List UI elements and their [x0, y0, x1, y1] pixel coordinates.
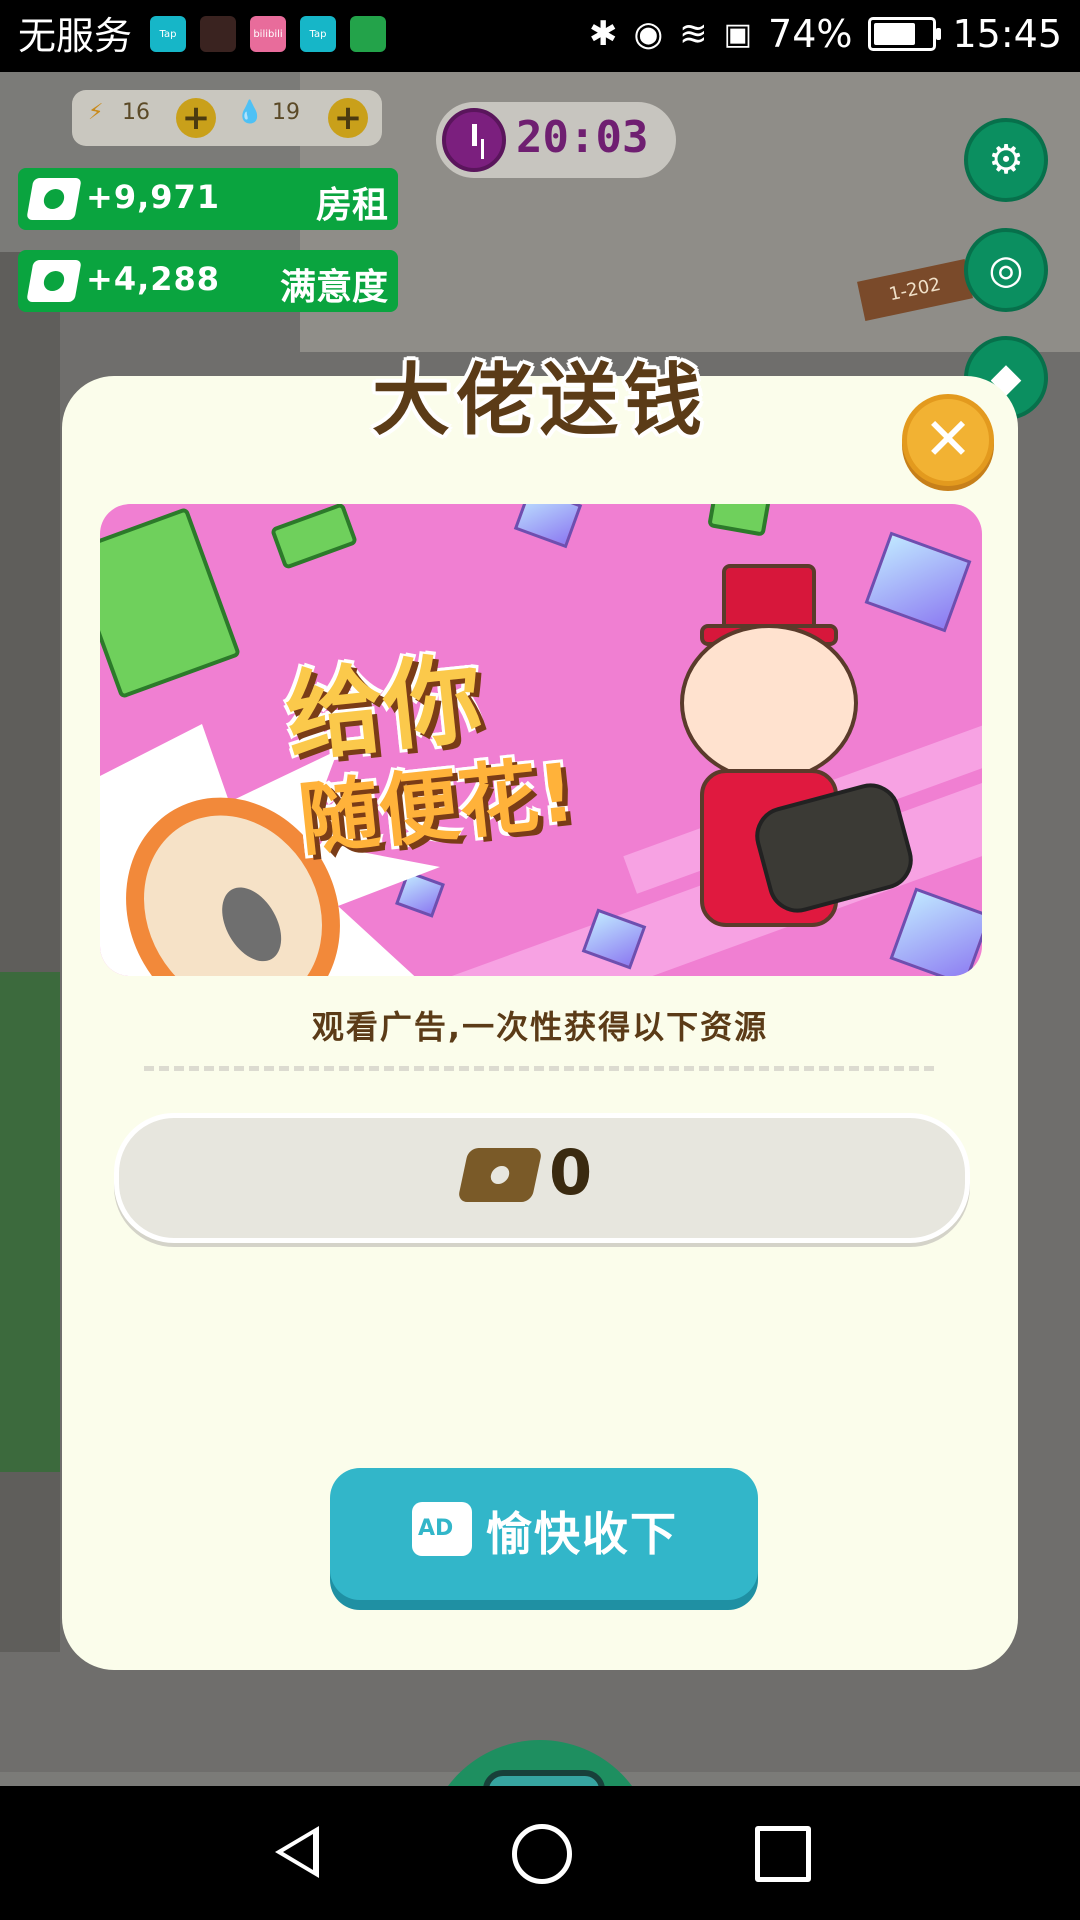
- cash-bill: [707, 504, 771, 537]
- status-indicators: ✱ ◉ ≋ ▣ 74% 15:45: [589, 12, 1062, 56]
- recent-apps-icon[interactable]: [755, 1826, 811, 1882]
- ad-video-icon: AD: [412, 1502, 472, 1556]
- add-water-button[interactable]: +: [328, 98, 368, 138]
- eye-comfort-icon: ◉: [633, 14, 664, 54]
- timer-badge: 20:03: [436, 102, 676, 178]
- rich-man-character: [640, 554, 920, 954]
- diamond-icon: [889, 887, 982, 976]
- water-icon: 💧: [236, 100, 264, 125]
- clock-icon: [442, 108, 506, 172]
- promo-banner: 给你 随便花!: [100, 504, 982, 976]
- close-button[interactable]: ✕: [902, 394, 994, 486]
- rent-value: +9,971: [86, 178, 221, 216]
- app-photo-icon: [200, 16, 236, 52]
- home-icon[interactable]: [512, 1824, 572, 1884]
- battery-percent: 74%: [768, 12, 853, 56]
- notification-icons: Tap bilibili Tap: [150, 16, 386, 52]
- timer-text: 20:03: [516, 112, 649, 163]
- energy-icon: ⚡: [88, 100, 104, 125]
- navigation-bar: [0, 1786, 1080, 1920]
- reward-value: 0: [549, 1136, 593, 1209]
- wall: [300, 72, 1080, 352]
- clock: 15:45: [952, 12, 1062, 56]
- rent-label: 房租: [315, 185, 388, 226]
- location-button[interactable]: ◎: [964, 228, 1048, 312]
- reward-dialog: 大佬送钱 ✕ 给你 随便花! 观看广告,一次性获得以下资源 0 AD 愉快收下: [62, 356, 1018, 1670]
- energy-count: 16: [122, 100, 150, 125]
- carrier-text: 无服务: [18, 14, 133, 58]
- satisfaction-stat[interactable]: +4,288 满意度: [18, 250, 398, 312]
- cash-icon: [457, 1148, 543, 1202]
- rent-stat[interactable]: +9,971 房租: [18, 168, 398, 230]
- tv-icon: [483, 1770, 605, 1786]
- cash-icon: [26, 260, 82, 302]
- sim-icon: ▣: [723, 16, 753, 52]
- diamond-icon: [513, 504, 583, 549]
- bluetooth-icon: ✱: [588, 14, 618, 54]
- bilibili-icon: bilibili: [250, 16, 286, 52]
- water-count: 19: [272, 100, 300, 125]
- resource-bar: ⚡ 16 + 💧 19 +: [72, 90, 382, 146]
- accept-button-label: 愉快收下: [486, 1507, 678, 1561]
- dialog-subtitle: 观看广告,一次性获得以下资源: [311, 1008, 769, 1046]
- back-icon[interactable]: [275, 1826, 319, 1878]
- accept-reward-button[interactable]: AD 愉快收下: [330, 1468, 758, 1600]
- status-bar: 无服务 Tap bilibili Tap ✱ ◉ ≋ ▣ 74% 15:45: [0, 0, 1080, 72]
- huawei-store-icon: [350, 16, 386, 52]
- cash-bill: [100, 506, 242, 700]
- dialog-title: 大佬送钱: [371, 356, 708, 446]
- add-energy-button[interactable]: +: [176, 98, 216, 138]
- battery-fill: [874, 23, 916, 45]
- satisfaction-value: +4,288: [86, 260, 221, 298]
- taptap-icon: Tap: [150, 16, 186, 52]
- cash-bill: [269, 504, 359, 571]
- satisfaction-label: 满意度: [279, 267, 388, 308]
- wifi-icon: ≋: [679, 14, 708, 54]
- battery-icon: [868, 17, 942, 51]
- settings-button[interactable]: ⚙: [964, 118, 1048, 202]
- cash-icon: [26, 178, 82, 220]
- divider: [144, 1066, 934, 1071]
- tree: [0, 972, 60, 1472]
- taptap-icon: Tap: [300, 16, 336, 52]
- reward-box: 0: [114, 1113, 970, 1243]
